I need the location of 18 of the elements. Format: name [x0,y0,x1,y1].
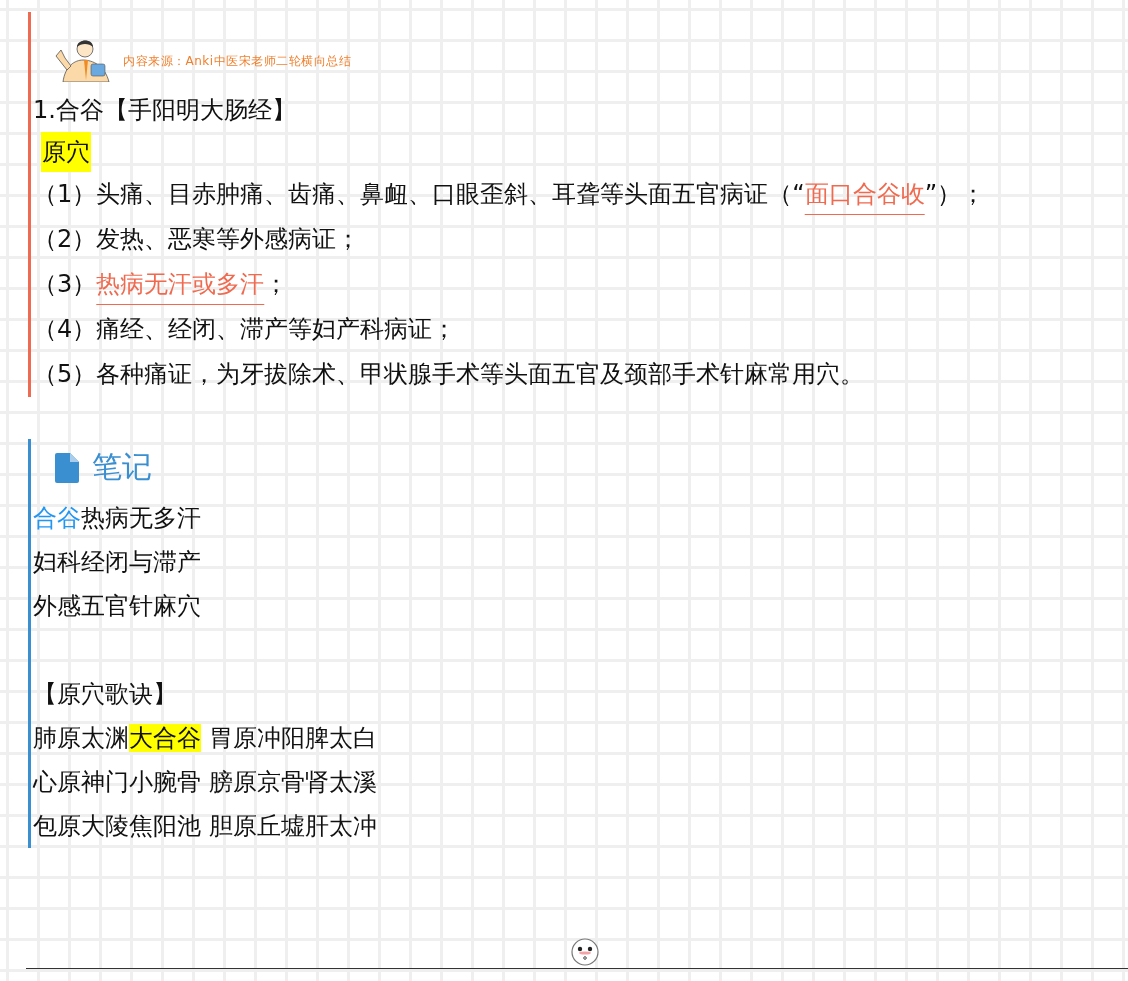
indication-text: （1）头痛、目赤肿痛、齿痛、鼻衄、口眼歪斜、耳聋等头面五官病证（“面口合谷收”）； [33,179,987,210]
document-icon [55,452,79,483]
note-line: 外感五官针麻穴 [33,591,202,622]
song-line: 包原大陵焦阳池 胆原丘墟肝太冲 [33,811,378,842]
indication-text: （4）痛经、经闭、滞产等妇产科病证； [33,314,458,345]
source-text: 内容来源：Anki中医宋老师二轮横向总结 [123,53,352,70]
note-line: 妇科经闭与滞产 [33,547,202,578]
song-title: 【原穴歌诀】 [33,679,178,710]
indication-text: （3）热病无汗或多汗； [33,269,290,300]
indication-text: （5）各种痛证，为牙拔除术、甲状腺手术等头面五官及颈部手术针麻常用穴。 [33,359,866,390]
song-line: 心原神门小腕骨 膀原京骨肾太溪 [33,767,378,798]
song-line: 肺原太渊大合谷 胃原冲阳脾太白 [33,723,378,754]
notes-heading: 笔记 [92,448,152,486]
note-line: 合谷热病无多汗 [33,503,202,534]
indication-text: （2）发热、恶寒等外感病证； [33,224,362,255]
acupoint-title: 1.合谷【手阳明大肠经】 [33,95,297,126]
cartoon-face-icon [570,938,600,968]
acupoint-tag: 原穴 [41,132,91,172]
